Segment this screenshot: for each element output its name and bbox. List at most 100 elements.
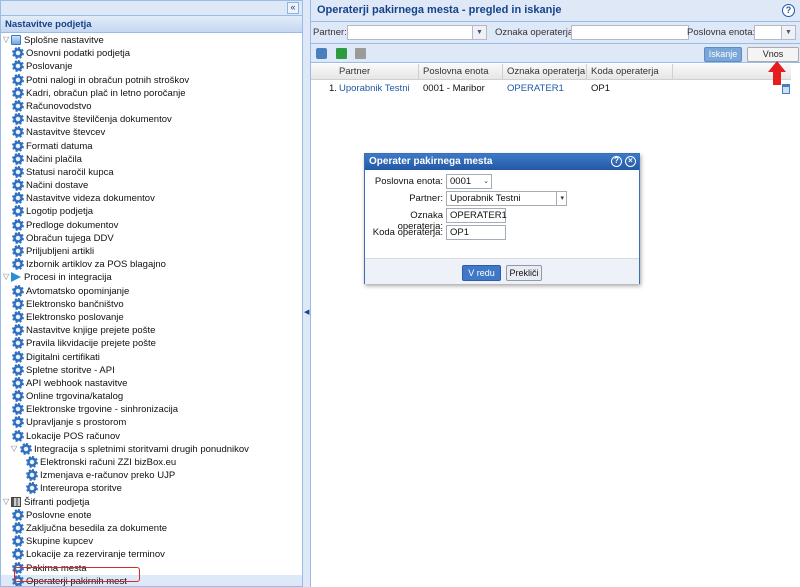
- tree-item-potni-nalogi-in-obracun-potnih-stroskov[interactable]: Potni nalogi in obračun potnih stroškov: [1, 73, 302, 87]
- column-header-operator-code[interactable]: Koda operaterja: [587, 64, 673, 80]
- tree-item-priljubljeni-artikli[interactable]: Priljubljeni artikli: [1, 245, 302, 258]
- tree-item-formati-datuma[interactable]: Formati datuma: [1, 139, 302, 153]
- tree-expand-icon[interactable]: ▽: [11, 444, 19, 454]
- refresh-icon[interactable]: [316, 48, 327, 59]
- row-operator-mark-link[interactable]: OPERATER1: [503, 82, 564, 96]
- column-header-operator-mark[interactable]: Oznaka operaterja: [503, 64, 587, 80]
- tree-item-logotip-podjetja[interactable]: Logotip podjetja: [1, 205, 302, 218]
- gear-icon: [12, 324, 24, 337]
- tree-item-upravljanje-s-prostorom[interactable]: Upravljanje s prostorom: [1, 416, 302, 429]
- unit-filter-select[interactable]: ▼: [754, 25, 796, 40]
- tree-item-nacini-placila[interactable]: Načini plačila: [1, 152, 302, 166]
- tree-item-integracija-s-spletnimi-storitvami-drugih-ponudnikov[interactable]: ▽ Integracija s spletnimi storitvami drug…: [1, 442, 302, 456]
- operator-code-value: OP1: [450, 227, 470, 238]
- search-button[interactable]: Iskanje: [704, 47, 742, 62]
- help-icon[interactable]: ?: [782, 4, 795, 17]
- tree-item-label: Poslovne enote: [26, 509, 92, 521]
- tree-item-operaterji-pakirnih-mest[interactable]: Operaterji pakirnih mest: [1, 574, 302, 586]
- gear-icon: [12, 416, 24, 429]
- splitter-arrow-icon[interactable]: ◀: [304, 308, 309, 316]
- operator-code-input[interactable]: OP1: [446, 225, 506, 240]
- dialog-title: Operater pakirnega mesta: [369, 156, 493, 167]
- gear-icon: [12, 403, 24, 416]
- tree-item-label: Načini plačila: [26, 153, 82, 165]
- gear-icon: [12, 574, 24, 586]
- tree-group-splosne-nastavitve[interactable]: ▽ Splošne nastavitve: [1, 34, 302, 47]
- column-header-partner[interactable]: Partner: [335, 64, 419, 80]
- book-icon: [11, 496, 21, 507]
- tree-item-elektronske-trgovine-sinhronizacija[interactable]: Elektronske trgovine - sinhronizacija: [1, 403, 302, 416]
- ok-button[interactable]: V redu: [462, 265, 501, 281]
- unit-select[interactable]: 0001 ⌄: [446, 174, 492, 189]
- tree-item-statusi-narocil-kupca[interactable]: Statusi naročil kupca: [1, 165, 302, 179]
- gear-icon: [12, 390, 24, 403]
- tree-item-zakljucna-besedila-za-dokumente[interactable]: Zaključna besedila za dokumente: [1, 521, 302, 535]
- partner-select[interactable]: Uporabnik Testni ▾: [446, 191, 567, 206]
- tree-item-label: Izbornik artiklov za POS blagajno: [26, 259, 166, 271]
- tree-item-nastavitve-stevilcenja-dokumentov[interactable]: Nastavitve številčenja dokumentov: [1, 113, 302, 126]
- tree-item-obracun-tujega-ddv[interactable]: Obračun tujega DDV: [1, 231, 302, 245]
- tree-item-spletne-storitve-api[interactable]: Spletne storitve - API: [1, 363, 302, 377]
- chevron-down-icon[interactable]: ▼: [472, 26, 486, 39]
- tree-item-racunovodstvo[interactable]: Računovodstvo: [1, 99, 302, 113]
- tree-item-predloge-dokumentov[interactable]: Predloge dokumentov: [1, 218, 302, 232]
- tree-item-izbornik-artiklov-za-pos-blagajno[interactable]: Izbornik artiklov za POS blagajno: [1, 258, 302, 271]
- tree-item-pravila-likvidacije-prejete-poste[interactable]: Pravila likvidacije prejete pošte: [1, 337, 302, 350]
- tree-item-nacini-dostave[interactable]: Načini dostave: [1, 179, 302, 192]
- cancel-button[interactable]: Prekliči: [506, 265, 542, 281]
- chevron-down-icon[interactable]: ▾: [556, 192, 564, 205]
- tree-item-poslovanje[interactable]: Poslovanje: [1, 60, 302, 73]
- panel-splitter[interactable]: ◀: [303, 0, 311, 587]
- tree-item-izmenjava-e-racunov-preko-ujp[interactable]: Izmenjava e-računov preko UJP: [1, 469, 302, 482]
- tree-item-avtomatsko-opominjanje[interactable]: Avtomatsko opominjanje: [1, 284, 302, 298]
- tree-item-skupine-kupcev[interactable]: Skupine kupcev: [1, 535, 302, 548]
- tree-item-nastavitve-knjige-prejete-poste[interactable]: Nastavitve knjige prejete pošte: [1, 324, 302, 337]
- tree-item-elektronski-racuni-zzi-bizbox-eu[interactable]: Elektronski računi ZZI bizBox.eu: [1, 456, 302, 469]
- tree-item-lokacije-za-rezerviranje-terminov[interactable]: Lokacije za rezerviranje terminov: [1, 548, 302, 561]
- tree-item-pakirna-mesta[interactable]: Pakirna mesta: [1, 561, 302, 575]
- tree-group-procesi-in-integracija[interactable]: ▽ Procesi in integracija: [1, 271, 302, 284]
- add-new-button[interactable]: Vnos novega: [747, 47, 799, 72]
- row-operator-code: OP1: [591, 83, 611, 94]
- print-icon[interactable]: [355, 48, 366, 59]
- table-row[interactable]: 1. Uporabnik Testni 0001 - Maribor OPERA…: [311, 82, 791, 96]
- partner-filter-select[interactable]: ▼: [347, 25, 487, 40]
- tree-expand-icon[interactable]: ▽: [3, 272, 11, 282]
- chevron-down-icon[interactable]: ▼: [781, 26, 795, 39]
- tree-group-sifranti-podjetja[interactable]: ▽ Šifranti podjetja: [1, 496, 302, 509]
- tree-item-intereuropa-storitve[interactable]: Intereuropa storitve: [1, 482, 302, 495]
- tree-item-digitalni-certifikati[interactable]: Digitalni certifikati: [1, 350, 302, 364]
- tree-item-label: Poslovanje: [26, 61, 73, 73]
- tree-item-online-trgovina-katalog[interactable]: Online trgovina/katalog: [1, 390, 302, 403]
- dialog-close-icon[interactable]: ×: [625, 156, 636, 167]
- gear-icon: [26, 456, 38, 468]
- tree-expand-icon[interactable]: ▽: [3, 35, 11, 45]
- tree-item-lokacije-pos-racunov[interactable]: Lokacije POS računov: [1, 429, 302, 443]
- gear-icon: [20, 442, 32, 455]
- tree-item-nastavitve-videza-dokumentov[interactable]: Nastavitve videza dokumentov: [1, 192, 302, 205]
- tree-item-osnovni-podatki-podjetja[interactable]: Osnovni podatki podjetja: [1, 47, 302, 60]
- operator-filter-label: Oznaka operaterja:: [495, 27, 576, 38]
- tree-item-poslovne-enote[interactable]: Poslovne enote: [1, 508, 302, 522]
- tree-item-api-webhook-nastavitve[interactable]: API webhook nastavitve: [1, 376, 302, 390]
- tree-item-label: Lokacije za rezerviranje terminov: [26, 549, 165, 561]
- tree-item-label: Upravljanje s prostorom: [26, 417, 127, 429]
- collapse-sidebar-button[interactable]: «: [287, 2, 299, 14]
- excel-export-icon[interactable]: [336, 48, 347, 59]
- dialog-help-icon[interactable]: ?: [611, 156, 622, 167]
- tree-item-elektronsko-bancnistvo[interactable]: Elektronsko bančništvo: [1, 297, 302, 311]
- column-header-unit[interactable]: Poslovna enota: [419, 64, 503, 80]
- operator-filter-input[interactable]: [571, 25, 689, 40]
- unit-filter-label: Poslovna enota:: [687, 27, 756, 38]
- operator-mark-input[interactable]: OPERATER1: [446, 208, 507, 223]
- row-unit: 0001 - Maribor: [423, 83, 485, 94]
- tree-item-kadri-obracun-plac-in-letno-porocanje[interactable]: Kadri, obračun plač in letno poročanje: [1, 86, 302, 100]
- tree-expand-icon[interactable]: ▽: [3, 497, 11, 507]
- chevron-down-icon[interactable]: ⌄: [483, 175, 489, 188]
- tree-item-nastavitve-stevcev[interactable]: Nastavitve števcev: [1, 126, 302, 139]
- gear-icon: [12, 535, 24, 548]
- gear-icon: [12, 508, 24, 521]
- row-partner-link[interactable]: Uporabnik Testni: [335, 82, 410, 96]
- tree-item-elektronsko-poslovanje[interactable]: Elektronsko poslovanje: [1, 310, 302, 324]
- tree-item-label: Zaključna besedila za dokumente: [26, 522, 168, 534]
